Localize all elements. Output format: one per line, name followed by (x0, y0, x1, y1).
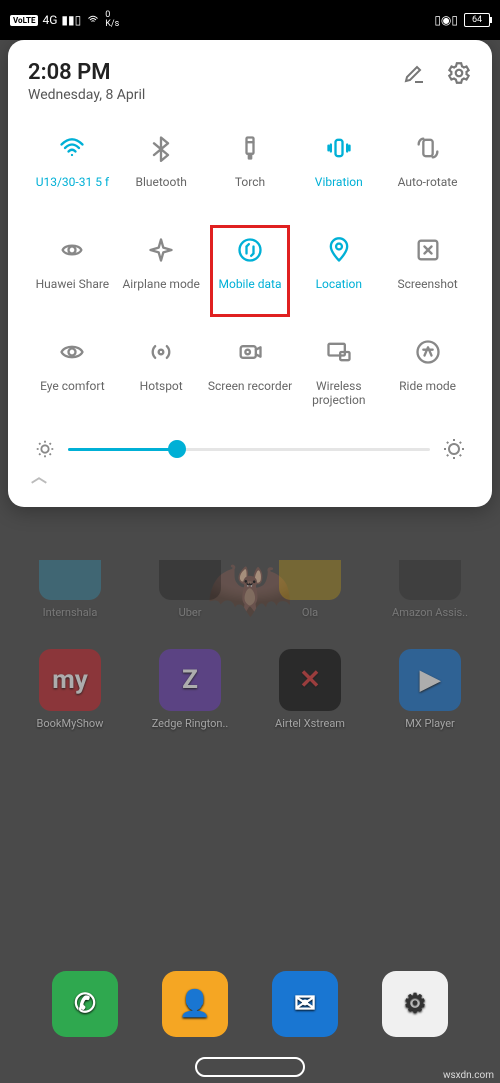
toggle-hotspot[interactable]: Hotspot (117, 327, 206, 419)
toggle-label: Auto-rotate (398, 175, 458, 203)
screenshot-icon (413, 235, 443, 265)
brightness-row (28, 437, 472, 461)
app-label: Amazon Assis.. (390, 606, 470, 619)
home-gesture-pill[interactable] (195, 1057, 305, 1077)
toggle-label: Torch (235, 175, 265, 203)
sun-low-icon (34, 438, 56, 460)
ride-icon (413, 337, 443, 367)
toggle-data[interactable]: Mobile data (206, 225, 295, 317)
gear-icon[interactable] (446, 60, 472, 86)
app-settings[interactable]: ⚙ (375, 971, 455, 1043)
share-icon (57, 235, 87, 265)
wifi-status-icon (85, 14, 101, 26)
quick-settings-panel: 2:08 PM Wednesday, 8 April U13/30-31 5 f… (8, 40, 492, 507)
cast-icon (324, 337, 354, 367)
toggle-rotate[interactable]: Auto-rotate (383, 123, 472, 215)
date: Wednesday, 8 April (28, 87, 145, 103)
edit-icon[interactable] (402, 61, 426, 85)
toggle-label: Location (316, 277, 362, 305)
data-icon (235, 235, 265, 265)
app-label: Uber (150, 606, 230, 619)
status-bar: VoLTE 4G ▮▮▯ 0K/s ▯◉▯ 64 (0, 0, 500, 40)
data-speed: 0K/s (105, 11, 119, 29)
toggle-label: Bluetooth (135, 175, 186, 203)
toggle-record[interactable]: Screen recorder (206, 327, 295, 419)
app-label: MX Player (390, 717, 470, 730)
app-phone[interactable]: ✆ (45, 971, 125, 1043)
sun-high-icon (442, 437, 466, 461)
clock-block: 2:08 PM Wednesday, 8 April (28, 60, 145, 103)
app-messages[interactable]: ✉ (265, 971, 345, 1043)
watermark: wsxdn.com (443, 1070, 494, 1081)
eye-icon (57, 337, 87, 367)
signal-icon: ▮▮▯ (61, 13, 81, 27)
hotspot-icon (146, 337, 176, 367)
network-type: 4G (42, 13, 57, 27)
toggle-bluetooth[interactable]: Bluetooth (117, 123, 206, 215)
toggle-label: Airplane mode (122, 277, 199, 305)
toggle-label: Mobile data (219, 277, 282, 305)
torch-icon (235, 133, 265, 163)
time: 2:08 PM (28, 60, 145, 85)
app-bookmyshow[interactable]: myBookMyShow (30, 649, 110, 730)
toggle-label: Vibration (315, 175, 363, 203)
vibration-icon (324, 133, 354, 163)
rotate-icon (413, 133, 443, 163)
toggle-label: Wireless projection (296, 379, 381, 407)
dock: ✆ 👤 ✉ ⚙ (0, 971, 500, 1043)
status-right: ▯◉▯ 64 (434, 13, 490, 27)
battery-indicator: 64 (464, 13, 490, 27)
slider-thumb[interactable] (168, 440, 186, 458)
app-internshala[interactable]: Internshala (30, 560, 110, 619)
app-label: Airtel Xstream (270, 717, 350, 730)
app-uber[interactable]: Uber (150, 560, 230, 619)
panel-header: 2:08 PM Wednesday, 8 April (28, 60, 472, 103)
app-label: Internshala (30, 606, 110, 619)
app-ola[interactable]: Ola (270, 560, 350, 619)
nav-bar[interactable] (0, 1057, 500, 1077)
toggle-ride[interactable]: Ride mode (383, 327, 472, 419)
vibrate-status-icon: ▯◉▯ (434, 13, 458, 27)
toggle-wifi[interactable]: U13/30-31 5 f (28, 123, 117, 215)
toggle-eye[interactable]: Eye comfort (28, 327, 117, 419)
toggle-cast[interactable]: Wireless projection (294, 327, 383, 419)
toggle-screenshot[interactable]: Screenshot (383, 225, 472, 317)
app-mx-player[interactable]: ▶MX Player (390, 649, 470, 730)
wifi-icon (57, 133, 87, 163)
expand-chevron-icon[interactable] (28, 475, 472, 487)
toggle-label: U13/30-31 5 f (36, 175, 109, 203)
toggle-share[interactable]: Huawei Share (28, 225, 117, 317)
toggle-grid: U13/30-31 5 f Bluetooth Torch Vibration Auto… (28, 123, 472, 419)
toggle-label: Ride mode (399, 379, 456, 407)
slider-fill (68, 448, 177, 451)
toggle-airplane[interactable]: Airplane mode (117, 225, 206, 317)
app-label: BookMyShow (30, 717, 110, 730)
app-label: Zedge Rington.. (150, 717, 230, 730)
app-airtel-xstream[interactable]: ✕Airtel Xstream (270, 649, 350, 730)
app-label: Ola (270, 606, 350, 619)
app-amazon-assis-[interactable]: Amazon Assis.. (390, 560, 470, 619)
home-screen: Internshala Uber Ola Amazon Assis.. myBookM… (0, 560, 500, 760)
brightness-slider[interactable] (68, 448, 430, 451)
status-left: VoLTE 4G ▮▮▯ 0K/s (10, 11, 119, 29)
record-icon (235, 337, 265, 367)
location-icon (324, 235, 354, 265)
app-zedge-rington-[interactable]: ZZedge Rington.. (150, 649, 230, 730)
toggle-location[interactable]: Location (294, 225, 383, 317)
app-contacts[interactable]: 👤 (155, 971, 235, 1043)
toggle-label: Screen recorder (208, 379, 292, 407)
toggle-torch[interactable]: Torch (206, 123, 295, 215)
toggle-label: Eye comfort (40, 379, 105, 407)
airplane-icon (146, 235, 176, 265)
bluetooth-icon (146, 133, 176, 163)
toggle-label: Screenshot (397, 277, 457, 305)
toggle-label: Huawei Share (36, 277, 110, 305)
toggle-vibration[interactable]: Vibration (294, 123, 383, 215)
volte-badge: VoLTE (10, 15, 38, 26)
toggle-label: Hotspot (140, 379, 183, 407)
